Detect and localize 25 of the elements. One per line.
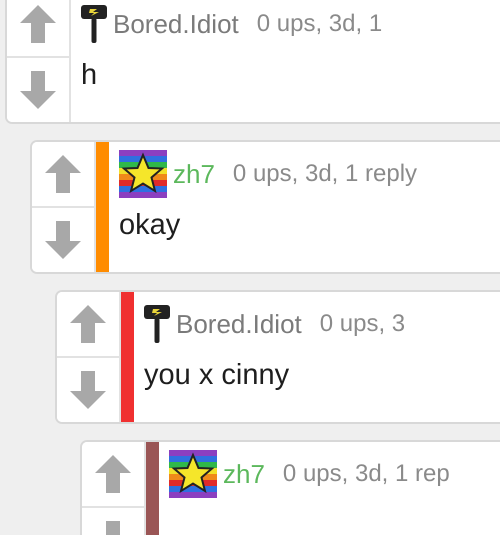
hammer-avatar-icon — [81, 5, 107, 43]
downvote-button[interactable] — [32, 206, 94, 272]
username-link[interactable]: Bored.Idiot — [176, 304, 302, 344]
up-arrow-icon — [20, 5, 56, 43]
username-link[interactable]: zh7 — [173, 154, 215, 194]
username-link[interactable]: Bored.Idiot — [113, 4, 239, 44]
star-avatar-icon — [119, 150, 167, 198]
hammer-avatar-icon — [144, 305, 170, 343]
down-arrow-icon — [45, 221, 81, 259]
username-link[interactable]: zh7 — [223, 454, 265, 494]
comment-text: okay — [119, 210, 182, 242]
comment-meta: 0 ups, 3d, 1 reply — [232, 159, 418, 189]
star-avatar-icon — [169, 450, 217, 498]
comment-text: you x cinny — [144, 360, 290, 392]
up-arrow-icon — [95, 455, 131, 493]
comment-meta: 0 ups, 3d, 1 — [256, 9, 382, 39]
comment-meta: 0 ups, 3 — [320, 309, 406, 339]
comment-text: h — [81, 60, 98, 92]
down-arrow-icon — [20, 71, 56, 109]
up-arrow-icon — [70, 305, 106, 343]
downvote-button[interactable] — [7, 56, 69, 122]
downvote-button[interactable] — [57, 356, 119, 422]
down-arrow-icon — [70, 371, 106, 409]
comment-meta: 0 ups, 3d, 1 rep — [282, 459, 450, 489]
up-arrow-icon — [45, 155, 81, 193]
